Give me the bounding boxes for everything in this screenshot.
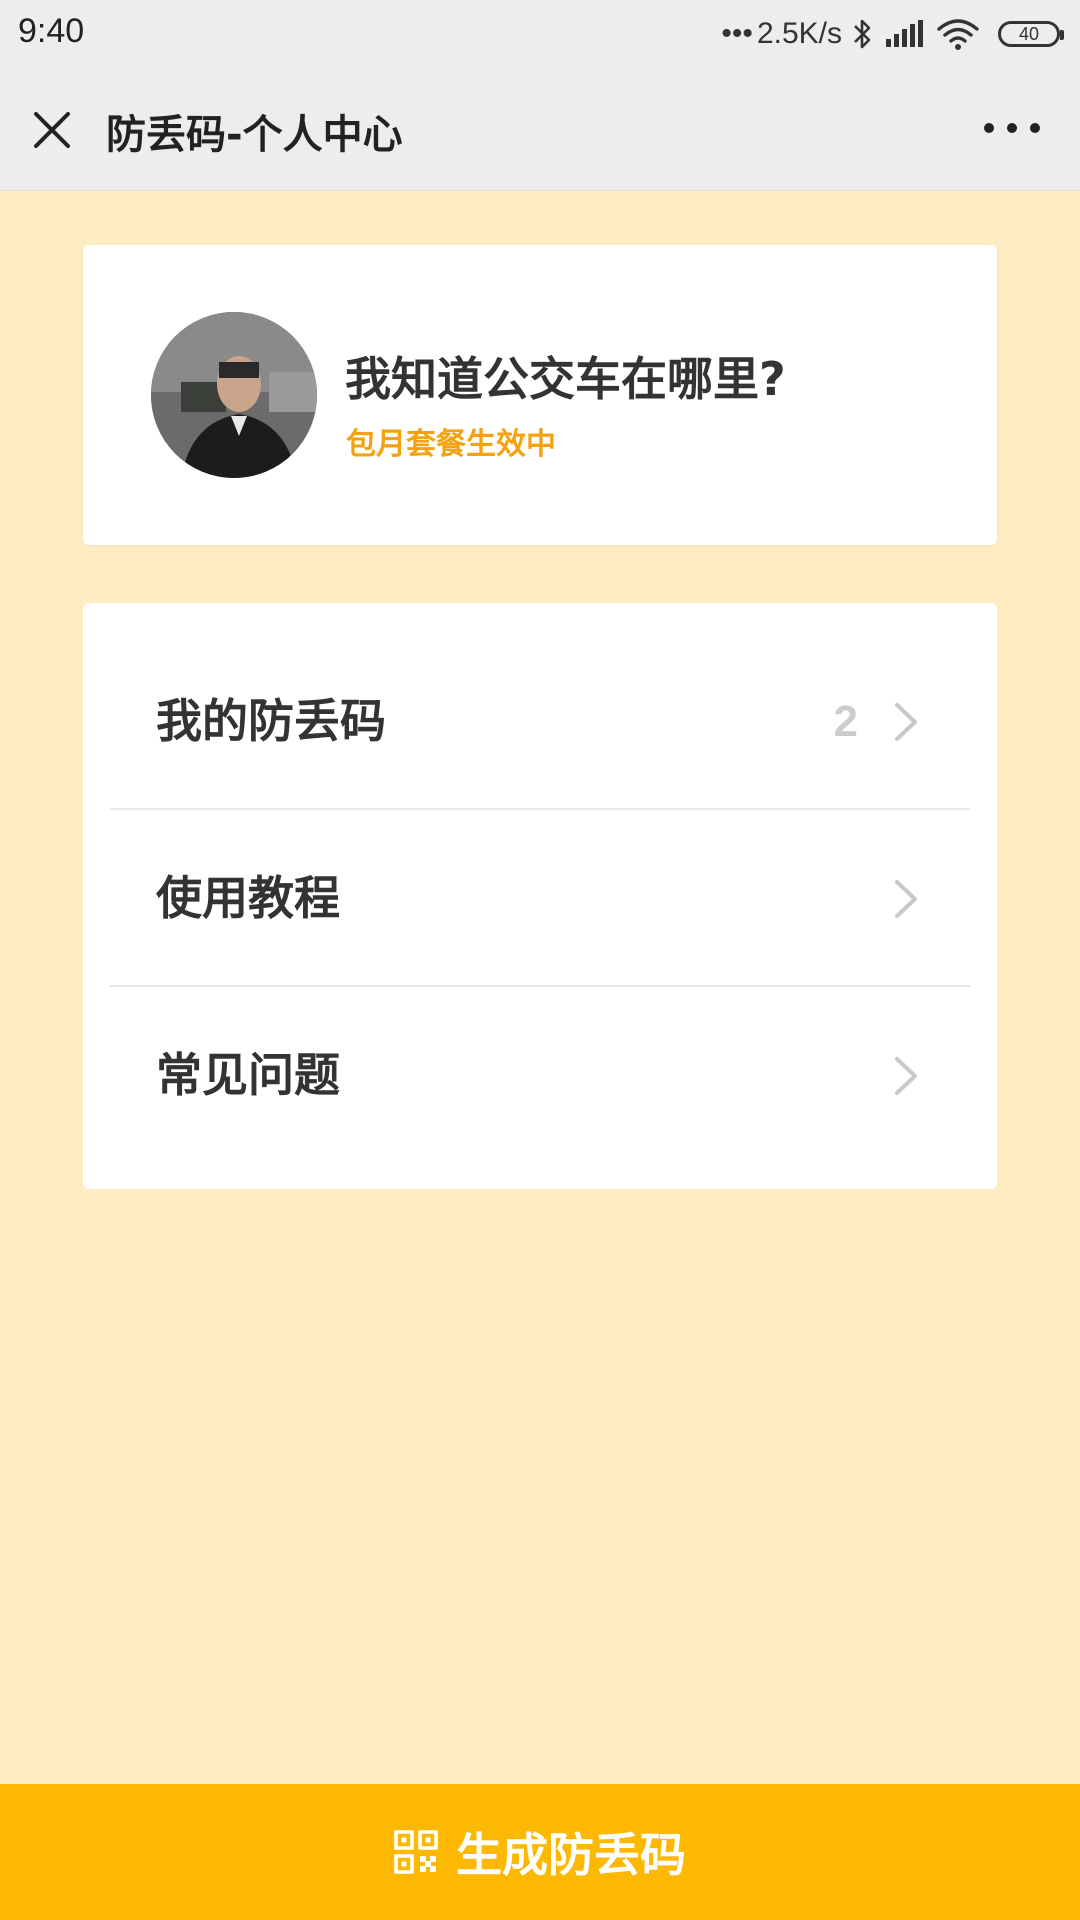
menu-item-tutorial[interactable]: 使用教程 (110, 810, 970, 987)
menu-card: 我的防丢码 2 使用教程 常见问题 (83, 603, 997, 1189)
subscription-status: 包月套餐生效中 (346, 427, 556, 462)
signal-icon (886, 20, 923, 47)
close-button[interactable] (26, 104, 78, 156)
qr-code-icon (394, 1830, 438, 1874)
menu-item-faq[interactable]: 常见问题 (110, 987, 970, 1164)
battery-level: 40 (1018, 23, 1040, 44)
close-icon (34, 112, 70, 148)
status-time: 9:40 (18, 12, 85, 50)
more-icon-dot (1007, 123, 1017, 133)
menu-item-my-codes[interactable]: 我的防丢码 2 (110, 633, 970, 810)
network-speed: 2.5K/s (756, 17, 842, 50)
more-button[interactable] (984, 108, 1040, 148)
chevron-right-icon (895, 880, 917, 918)
notification-dots: ••• (721, 17, 753, 50)
menu-item-label: 我的防丢码 (156, 694, 386, 748)
avatar[interactable] (151, 312, 317, 478)
bluetooth-icon (854, 19, 871, 49)
profile-card: 我知道公交车在哪里? 包月套餐生效中 (83, 245, 997, 545)
page-title: 防丢码-个人中心 (106, 112, 403, 158)
generate-code-button[interactable]: 生成防丢码 (0, 1784, 1080, 1920)
nav-bar: 防丢码-个人中心 (0, 66, 1080, 191)
avatar-image (151, 312, 317, 478)
chevron-right-icon (895, 703, 917, 741)
generate-code-label: 生成防丢码 (456, 1828, 686, 1882)
chevron-right-icon (895, 1057, 917, 1095)
profile-name: 我知道公交车在哪里? (345, 352, 786, 406)
status-bar: 9:40 ••• 2.5K/s 40 (0, 0, 1080, 66)
menu-item-label: 使用教程 (156, 871, 340, 925)
battery-icon: 40 (998, 21, 1064, 47)
more-icon-dot (1030, 123, 1040, 133)
wifi-icon (937, 19, 979, 50)
menu-item-count: 2 (833, 697, 858, 746)
status-indicators: ••• 2.5K/s 40 (721, 10, 1064, 58)
menu-item-label: 常见问题 (156, 1048, 340, 1102)
more-icon (984, 123, 994, 133)
